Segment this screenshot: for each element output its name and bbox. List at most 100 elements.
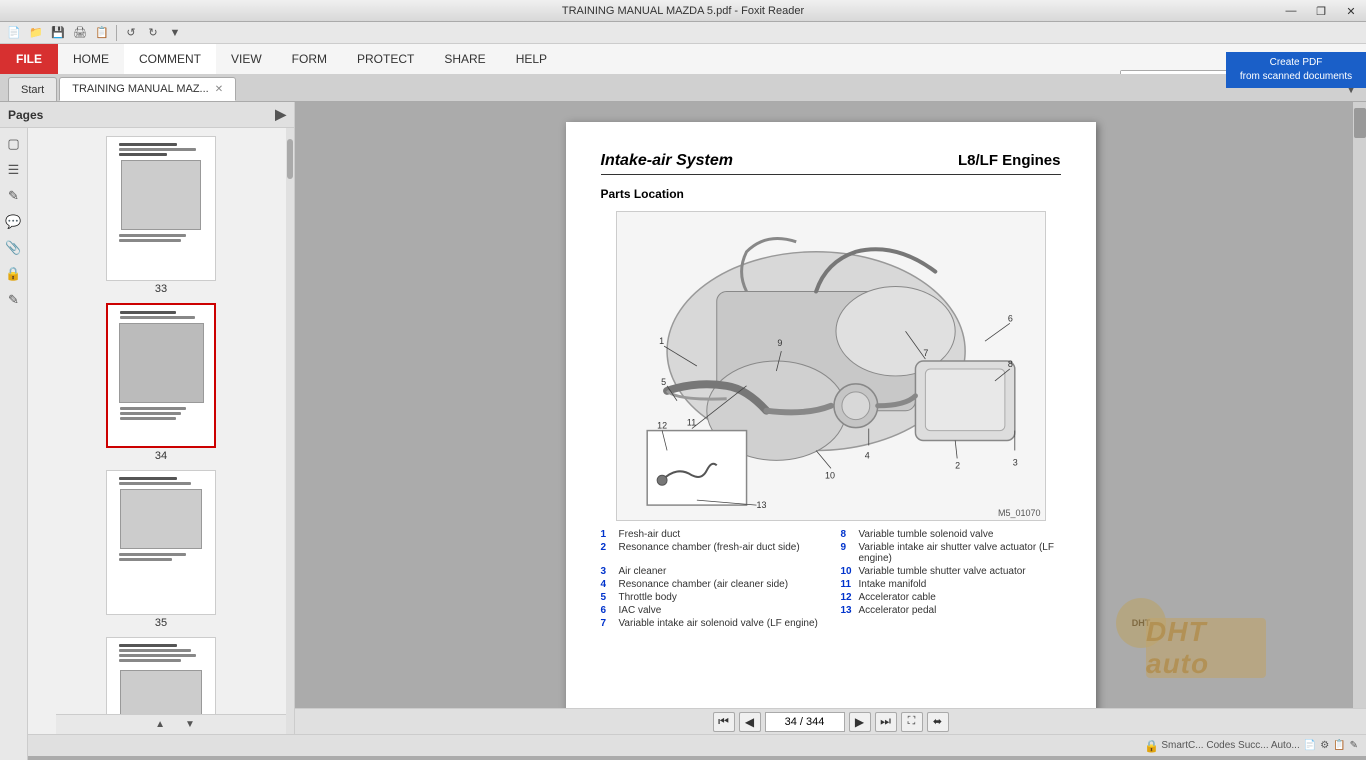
svg-text:8: 8 xyxy=(1007,359,1012,369)
window-title: TRAINING MANUAL MAZDA 5.pdf - Foxit Read… xyxy=(562,5,804,17)
menu-comment[interactable]: COMMENT xyxy=(124,44,216,74)
prev-page-button[interactable]: ◀ xyxy=(739,712,761,732)
status-icon4: ✎ xyxy=(1350,740,1358,751)
tab-start[interactable]: Start xyxy=(8,77,57,101)
viewer-scrollbar[interactable] xyxy=(1352,102,1366,708)
page-34-diagram xyxy=(119,323,204,403)
pdf-header-row: Intake-air System L8/LF Engines xyxy=(601,152,1061,175)
navigation-bar: ⏮ ◀ ▶ ⏭ ⛶ ⬌ xyxy=(295,708,1366,734)
menu-home[interactable]: HOME xyxy=(58,44,124,74)
page-thumb-34[interactable]: 34 xyxy=(106,303,216,462)
tab-document[interactable]: TRAINING MANUAL MAZ... ✕ xyxy=(59,77,236,101)
part-2: 2 Resonance chamber (fresh-air duct side… xyxy=(601,542,821,564)
status-icon3: 📋 xyxy=(1333,740,1345,751)
tab-document-label: TRAINING MANUAL MAZ... xyxy=(72,83,209,95)
sidebar-pages-icon[interactable]: ▢ xyxy=(2,132,26,156)
new-button[interactable]: 📄 xyxy=(4,24,24,42)
part-9: 9 Variable intake air shutter valve actu… xyxy=(841,542,1061,564)
engine-svg: 11 7 6 8 2 3 5 12 xyxy=(617,212,1045,520)
part-11: 11 Intake manifold xyxy=(841,579,1061,590)
pdf-title-right: L8/LF Engines xyxy=(958,152,1061,169)
sidebar-scroll-thumb[interactable] xyxy=(287,139,293,179)
customize-button[interactable]: ▼ xyxy=(165,24,185,42)
menu-form[interactable]: FORM xyxy=(277,44,342,74)
page-thumb-img-36 xyxy=(106,637,216,714)
part-5: 5 Throttle body xyxy=(601,592,821,603)
fit-width-button[interactable]: ⬌ xyxy=(927,712,949,732)
fit-page-button[interactable]: ⛶ xyxy=(901,712,923,732)
sidebar-scrollbar[interactable] xyxy=(286,128,294,734)
print-button[interactable]: 🖨 xyxy=(70,24,90,42)
create-pdf-banner[interactable]: Create PDF from scanned documents xyxy=(1226,52,1366,88)
sidebar-bookmarks-icon[interactable]: ☰ xyxy=(2,158,26,182)
sidebar-attachments-icon[interactable]: 📎 xyxy=(2,236,26,260)
open-button[interactable]: 📁 xyxy=(26,24,46,42)
create-pdf-line1: Create PDF xyxy=(1234,56,1358,70)
svg-text:10: 10 xyxy=(825,470,835,480)
save-button[interactable]: 💾 xyxy=(48,24,68,42)
separator xyxy=(116,25,117,41)
svg-text:7: 7 xyxy=(923,348,928,358)
close-button[interactable]: ✕ xyxy=(1336,0,1366,22)
restore-button[interactable]: ❐ xyxy=(1306,0,1336,22)
tabs-bar: Start TRAINING MANUAL MAZ... ✕ ▼ xyxy=(0,74,1366,102)
first-page-button[interactable]: ⏮ xyxy=(713,712,735,732)
pages-scroll[interactable]: 33 34 xyxy=(28,128,294,714)
tab-start-label: Start xyxy=(21,84,44,96)
page-container[interactable]: Intake-air System L8/LF Engines Parts Lo… xyxy=(295,102,1366,708)
part-10: 10 Variable tumble shutter valve actuato… xyxy=(841,566,1061,577)
redo-button[interactable]: ↻ xyxy=(143,24,163,42)
menu-help[interactable]: HELP xyxy=(501,44,562,74)
svg-text:3: 3 xyxy=(1012,457,1017,467)
page-thumb-36[interactable]: 36 xyxy=(106,637,216,714)
tab-close-button[interactable]: ✕ xyxy=(215,84,223,95)
sidebar-lock-icon[interactable]: 🔒 xyxy=(2,262,26,286)
scroll-up-arrow[interactable]: ▲ xyxy=(155,719,165,730)
page-36-diagram xyxy=(120,670,202,714)
page-33-num: 33 xyxy=(155,283,167,295)
svg-text:2: 2 xyxy=(955,460,960,470)
status-icon1: 📄 xyxy=(1304,740,1316,751)
pdf-title-left: Intake-air System xyxy=(601,152,734,170)
page-thumb-35[interactable]: 35 xyxy=(106,470,216,629)
part-7: 7 Variable intake air solenoid valve (LF… xyxy=(601,618,821,629)
status-smartcodes: 🔒 SmartC... Codes Succ... Auto... xyxy=(1144,739,1299,753)
svg-text:12: 12 xyxy=(657,421,667,431)
pdf-page: Intake-air System L8/LF Engines Parts Lo… xyxy=(566,122,1096,708)
menu-protect[interactable]: PROTECT xyxy=(342,44,429,74)
menu-file[interactable]: FILE xyxy=(0,44,58,74)
part-1: 1 Fresh-air duct xyxy=(601,529,821,540)
status-smartcodes-icon: 🔒 xyxy=(1144,739,1159,753)
page-number-input[interactable] xyxy=(765,712,845,732)
menu-bar: FILE HOME COMMENT VIEW FORM PROTECT SHAR… xyxy=(0,44,1366,74)
next-page-button[interactable]: ▶ xyxy=(849,712,871,732)
sidebar-annotations-icon[interactable]: ✎ xyxy=(2,184,26,208)
part-3: 3 Air cleaner xyxy=(601,566,821,577)
menu-view[interactable]: VIEW xyxy=(216,44,277,74)
page-thumb-33[interactable]: 33 xyxy=(106,136,216,295)
part-8: 8 Variable tumble solenoid valve xyxy=(841,529,1061,540)
page-thumb-img-34 xyxy=(106,303,216,448)
sidebar-icons: ▢ ☰ ✎ 💬 📎 🔒 ✎ xyxy=(0,128,28,760)
status-icon2: ⚙ xyxy=(1320,740,1329,751)
last-page-button[interactable]: ⏭ xyxy=(875,712,897,732)
menu-share[interactable]: SHARE xyxy=(429,44,500,74)
svg-text:5: 5 xyxy=(661,377,666,387)
page-33-diagram xyxy=(121,160,201,230)
sidebar-comments-icon[interactable]: 💬 xyxy=(2,210,26,234)
part-6: 6 IAC valve xyxy=(601,605,821,616)
undo-button[interactable]: ↺ xyxy=(121,24,141,42)
sidebar-signature-icon[interactable]: ✎ xyxy=(2,288,26,312)
svg-text:13: 13 xyxy=(756,500,766,510)
engine-diagram: 11 7 6 8 2 3 5 12 xyxy=(616,211,1046,521)
viewer-scroll-thumb[interactable] xyxy=(1354,108,1366,138)
sidebar-collapse-button[interactable]: ▶ xyxy=(275,106,286,123)
status-bar: 🔒 SmartC... Codes Succ... Auto... 📄 ⚙ 📋 … xyxy=(0,734,1366,756)
minimize-button[interactable]: — xyxy=(1276,0,1306,22)
sidebar-header: Pages ▶ xyxy=(0,102,294,128)
svg-text:4: 4 xyxy=(864,450,869,460)
page-thumb-img-35 xyxy=(106,470,216,615)
properties-button[interactable]: 📋 xyxy=(92,24,112,42)
part-13: 13 Accelerator pedal xyxy=(841,605,1061,616)
scroll-down-arrow[interactable]: ▼ xyxy=(185,719,195,730)
